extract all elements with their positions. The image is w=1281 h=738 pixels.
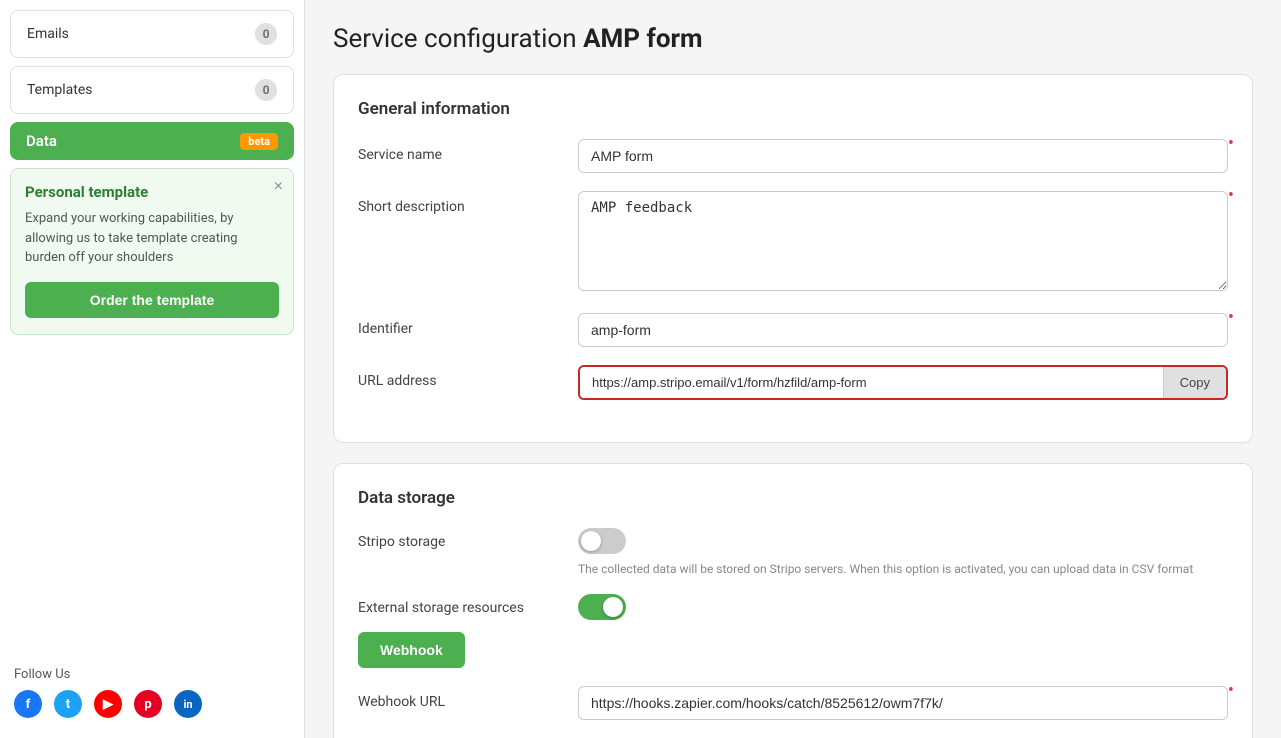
stripo-storage-row: Stripo storage	[358, 528, 1228, 554]
url-address-label: URL address	[358, 365, 558, 389]
identifier-label: Identifier	[358, 313, 558, 337]
url-field-wrapper: Copy	[578, 365, 1228, 400]
external-storage-thumb	[603, 597, 623, 617]
page-title-bold: AMP form	[583, 24, 702, 54]
webhook-url-label: Webhook URL	[358, 686, 558, 710]
linkedin-icon[interactable]: in	[174, 690, 202, 718]
sidebar-item-data[interactable]: Data beta	[10, 122, 294, 160]
external-storage-toggle[interactable]	[578, 594, 626, 620]
personal-template-title: Personal template	[25, 183, 279, 201]
page-title-prefix: Service configuration	[333, 24, 583, 54]
personal-template-box: × Personal template Expand your working …	[10, 168, 294, 335]
short-description-input[interactable]: AMP feedback	[578, 191, 1228, 291]
short-description-control: AMP feedback •	[578, 191, 1228, 295]
short-description-label: Short description	[358, 191, 558, 215]
data-storage-section: Data storage Stripo storage The collecte…	[333, 463, 1253, 738]
webhook-url-input[interactable]	[578, 686, 1228, 720]
personal-template-description: Expand your working capabilities, by all…	[25, 209, 279, 268]
stripo-storage-toggle-wrapper	[578, 528, 626, 554]
webhook-button-row: Webhook	[358, 628, 1228, 668]
general-info-section: General information Service name • Short…	[333, 74, 1253, 443]
close-personal-template-button[interactable]: ×	[274, 179, 283, 195]
sidebar-item-templates[interactable]: Templates 0	[10, 66, 294, 114]
url-address-row: URL address Copy	[358, 365, 1228, 400]
service-name-required: •	[1228, 135, 1234, 153]
facebook-icon[interactable]: f	[14, 690, 42, 718]
url-address-control: Copy	[578, 365, 1228, 400]
emails-badge: 0	[255, 23, 277, 45]
follow-us-section: Follow Us f t ▶ p in	[10, 657, 294, 728]
stripo-storage-track	[578, 528, 626, 554]
sidebar-item-emails[interactable]: Emails 0	[10, 10, 294, 58]
order-template-button[interactable]: Order the template	[25, 282, 279, 318]
webhook-url-control: •	[578, 686, 1228, 720]
service-name-label: Service name	[358, 139, 558, 163]
social-icons: f t ▶ p in	[14, 690, 290, 718]
url-address-input[interactable]	[580, 367, 1163, 398]
external-storage-row: External storage resources	[358, 594, 1228, 620]
url-copy-button[interactable]: Copy	[1163, 367, 1226, 398]
service-name-control: •	[578, 139, 1228, 173]
templates-label: Templates	[27, 82, 93, 98]
data-storage-title: Data storage	[358, 488, 1228, 508]
youtube-icon[interactable]: ▶	[94, 690, 122, 718]
stripo-storage-description: The collected data will be stored on Str…	[578, 562, 1228, 576]
main-content: Service configuration AMP form General i…	[305, 0, 1281, 738]
data-label: Data	[26, 132, 57, 150]
twitter-icon[interactable]: t	[54, 690, 82, 718]
external-storage-toggle-wrapper	[578, 594, 626, 620]
identifier-required: •	[1228, 309, 1234, 327]
external-storage-track	[578, 594, 626, 620]
templates-badge: 0	[255, 79, 277, 101]
follow-us-label: Follow Us	[14, 667, 290, 682]
beta-badge: beta	[240, 133, 278, 150]
identifier-input[interactable]	[578, 313, 1228, 347]
service-name-row: Service name •	[358, 139, 1228, 173]
short-description-row: Short description AMP feedback •	[358, 191, 1228, 295]
webhook-url-required: •	[1228, 682, 1234, 700]
general-info-title: General information	[358, 99, 1228, 119]
emails-label: Emails	[27, 26, 69, 42]
short-description-required: •	[1228, 187, 1234, 205]
service-name-input[interactable]	[578, 139, 1228, 173]
page-title: Service configuration AMP form	[333, 24, 1253, 54]
external-storage-label: External storage resources	[358, 598, 558, 616]
identifier-control: •	[578, 313, 1228, 347]
pinterest-icon[interactable]: p	[134, 690, 162, 718]
webhook-button[interactable]: Webhook	[358, 632, 465, 668]
identifier-row: Identifier •	[358, 313, 1228, 347]
stripo-storage-thumb	[581, 531, 601, 551]
stripo-storage-label: Stripo storage	[358, 532, 558, 550]
sidebar: Emails 0 Templates 0 Data beta × Persona…	[0, 0, 305, 738]
webhook-url-row: Webhook URL •	[358, 686, 1228, 720]
stripo-storage-toggle[interactable]	[578, 528, 626, 554]
